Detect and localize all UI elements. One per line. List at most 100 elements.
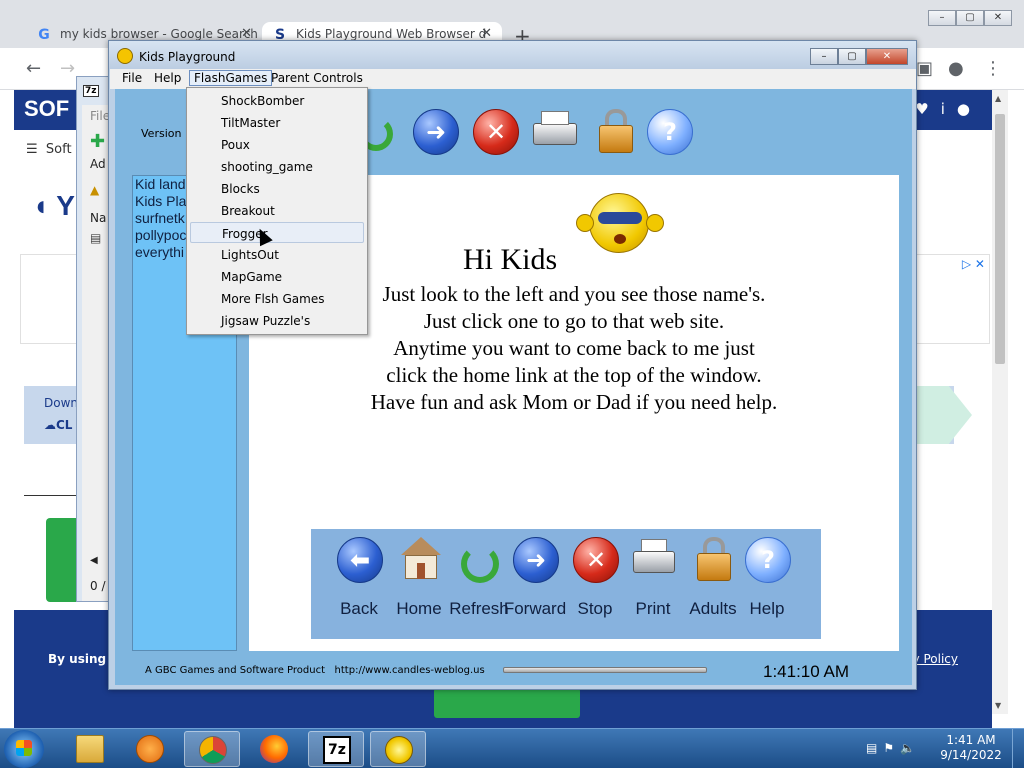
menu-item-shockbomber[interactable]: ShockBomber: [190, 90, 364, 111]
title-bar[interactable]: Kids Playground – ▢ ✕: [109, 41, 916, 69]
taskbar-file-explorer[interactable]: [62, 731, 118, 767]
status-bar: A GBC Games and Software Product http://…: [115, 659, 912, 685]
credit-url: http://www.candles-weblog.us: [334, 665, 485, 676]
top-toolbar: ➜ ✕ ?: [353, 89, 913, 175]
lock-icon: [691, 537, 737, 583]
menu-item-lightsout[interactable]: LightsOut: [190, 244, 364, 265]
version-label: Version 1: [141, 127, 192, 140]
menu-item-blocks[interactable]: Blocks: [190, 178, 364, 199]
taskbar-media-player[interactable]: [122, 731, 178, 767]
heart-icon[interactable]: ♥: [915, 100, 940, 118]
scroll-left-icon[interactable]: ◀: [90, 555, 98, 566]
accept-button[interactable]: [434, 688, 580, 718]
taskbar-kids-playground[interactable]: [370, 731, 426, 767]
network-icon[interactable]: ▤: [866, 741, 883, 755]
add-icon[interactable]: ✚: [90, 131, 105, 152]
lock-icon[interactable]: [593, 109, 639, 155]
navigation-panel: ⬅ Back Home Refresh ➜ Forward ✕ Stop Pri…: [311, 529, 821, 639]
file-icon: ▤: [90, 231, 102, 245]
page-scrollbar[interactable]: ▲ ▼: [992, 90, 1008, 714]
close-button[interactable]: ✕: [984, 10, 1012, 26]
desktop-edge-text: M: [2, 62, 12, 75]
window-controls: – ▢ ✕: [810, 48, 908, 65]
folder-icon: [76, 735, 104, 763]
menu-item-poux[interactable]: Poux: [190, 134, 364, 155]
show-desktop-button[interactable]: [1012, 729, 1024, 768]
flashgames-dropdown-menu: ShockBomber TiltMaster Poux shooting_gam…: [186, 87, 368, 335]
folder-up-icon[interactable]: ▲: [90, 183, 99, 197]
close-tab-icon[interactable]: ✕: [241, 26, 252, 41]
minimize-button[interactable]: –: [928, 10, 956, 26]
menu-item-tiltmaster[interactable]: TiltMaster: [190, 112, 364, 133]
menu-item-breakout[interactable]: Breakout: [190, 200, 364, 221]
menu-kebab-icon[interactable]: ⋮: [984, 58, 1002, 79]
download-arrow-shape: [914, 386, 972, 444]
clock-time: 1:41 AM: [946, 733, 996, 747]
back-arrow-icon[interactable]: ←: [26, 58, 41, 79]
chrome-window-controls: – ▢ ✕: [928, 10, 1012, 26]
taskbar-chrome[interactable]: [184, 731, 240, 767]
volume-icon[interactable]: 🔈: [900, 741, 921, 755]
message-line: click the home link at the top of the wi…: [386, 363, 762, 387]
windows-logo-icon: [16, 740, 32, 756]
message-line: Have fun and ask Mom or Dad if you need …: [370, 390, 778, 414]
7zip-name-header[interactable]: Na: [90, 211, 106, 225]
subnav[interactable]: ☰ Soft: [26, 142, 72, 157]
close-button[interactable]: ✕: [866, 48, 908, 65]
scroll-down-icon[interactable]: ▼: [995, 701, 1001, 710]
minimize-button[interactable]: –: [810, 48, 838, 65]
menu-item-frogger[interactable]: Frogger: [190, 222, 364, 243]
menu-item-jigsaw-puzzles[interactable]: Jigsaw Puzzle's: [190, 310, 364, 331]
status-credit: A GBC Games and Software Product http://…: [145, 665, 485, 676]
taskbar-firefox[interactable]: [246, 731, 302, 767]
refresh-icon: [457, 537, 503, 583]
cloud-download-icon[interactable]: ☁ CL: [44, 418, 72, 432]
system-tray: ▤⚑🔈: [866, 741, 921, 755]
7zip-icon: 7z: [83, 85, 99, 97]
taskbar: 7z ▤⚑🔈 1:41 AM 9/14/2022: [0, 728, 1024, 768]
forward-arrow-icon: ➜: [513, 537, 559, 583]
scroll-up-icon[interactable]: ▲: [995, 94, 1001, 103]
header-icons: ♥i●: [915, 100, 982, 118]
taskbar-clock[interactable]: 1:41 AM 9/14/2022: [936, 733, 1006, 763]
action-center-icon[interactable]: ⚑: [883, 741, 900, 755]
privacy-policy-link[interactable]: y Policy: [913, 652, 958, 666]
page-heading-fragment: ◖ Y: [32, 190, 75, 221]
scrollbar-thumb[interactable]: [995, 114, 1005, 364]
menu-parent-controls[interactable]: Parent Controls: [267, 71, 367, 85]
softonic-logo[interactable]: SOF: [24, 96, 69, 122]
progress-bar: [503, 667, 707, 673]
menu-help[interactable]: Help: [150, 71, 185, 85]
greeting-heading: Hi Kids: [463, 243, 558, 276]
smiley-icon: [385, 736, 413, 764]
forward-icon[interactable]: ➜: [413, 109, 459, 155]
menu-flashgames[interactable]: FlashGames: [189, 70, 273, 86]
ad-choices-icon[interactable]: ▷ ✕: [962, 257, 985, 271]
forward-arrow-icon[interactable]: →: [60, 58, 75, 79]
menu-item-more-flash-games[interactable]: More Flsh Games: [190, 288, 364, 309]
nav-help-button[interactable]: ? Help: [737, 533, 797, 633]
help-icon[interactable]: ?: [647, 109, 693, 155]
taskbar-7zip[interactable]: 7z: [308, 731, 364, 767]
profile-icon[interactable]: ●: [948, 58, 964, 79]
clock-date: 9/14/2022: [940, 748, 1002, 762]
maximize-button[interactable]: ▢: [838, 48, 866, 65]
maximize-button[interactable]: ▢: [956, 10, 984, 26]
message-line: Anytime you want to come back to me just: [393, 336, 755, 360]
start-button[interactable]: [4, 730, 44, 768]
user-icon[interactable]: ●: [957, 100, 982, 118]
menu-item-shooting-game[interactable]: shooting_game: [190, 156, 364, 177]
menu-file[interactable]: File: [118, 71, 146, 85]
google-icon: G: [38, 27, 50, 43]
close-tab-icon[interactable]: ✕: [481, 26, 492, 41]
stop-icon[interactable]: ✕: [473, 109, 519, 155]
side-panel-icon[interactable]: ▣: [916, 58, 933, 79]
menu-item-mapgame[interactable]: MapGame: [190, 266, 364, 287]
hamburger-icon[interactable]: ☰: [26, 142, 38, 157]
window-title: Kids Playground: [139, 50, 236, 64]
print-icon[interactable]: [531, 109, 577, 155]
download-label: Down: [44, 396, 79, 410]
7zip-icon: 7z: [323, 736, 351, 764]
info-icon[interactable]: i: [941, 100, 957, 118]
desktop-edge-text: D: [2, 162, 11, 175]
